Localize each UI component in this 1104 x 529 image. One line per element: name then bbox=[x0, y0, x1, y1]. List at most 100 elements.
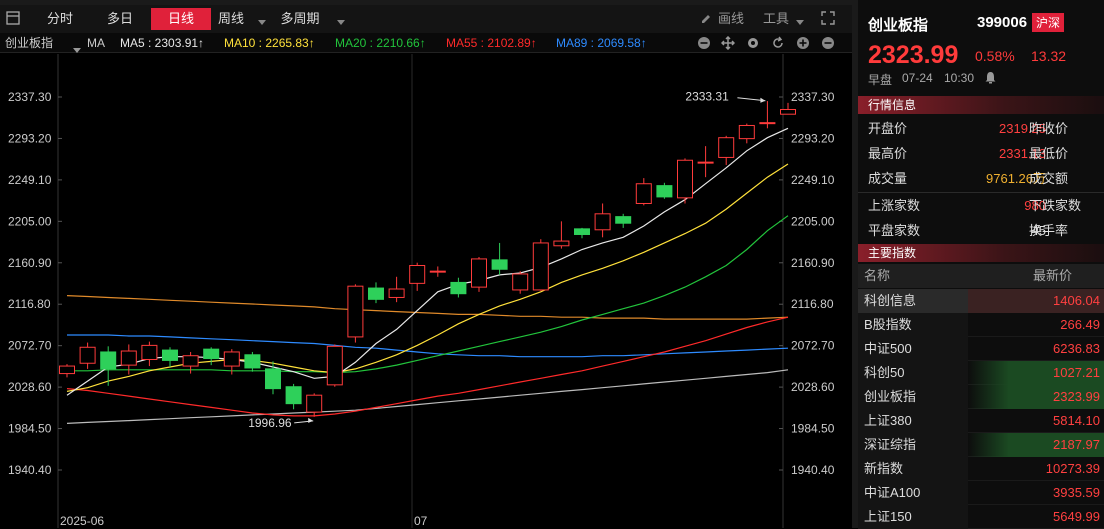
index-row[interactable]: 科创信息 1406.04 bbox=[858, 289, 1104, 313]
index-name-label: 创业板指 bbox=[5, 36, 54, 50]
candle-body bbox=[429, 270, 446, 273]
chevron-down-icon[interactable] bbox=[257, 16, 267, 25]
ma55-value: MA55 : 2102.89↑ bbox=[446, 36, 537, 50]
indices-header: 主要指数 bbox=[858, 244, 1104, 262]
y-tick-label-right: 2028.60 bbox=[791, 380, 835, 394]
candle-body bbox=[656, 185, 673, 198]
index-row[interactable]: 深证综指 2187.97 bbox=[858, 433, 1104, 457]
candle-body bbox=[409, 265, 426, 284]
x-label: 07 bbox=[414, 514, 428, 528]
quote-panel: 创业板指 399006 沪深 2323.99 0.58% 13.32 早盘 07… bbox=[858, 0, 1104, 529]
index-price: 1027.21 bbox=[968, 361, 1104, 385]
candle-body bbox=[738, 124, 755, 140]
fullscreen-icon[interactable] bbox=[821, 11, 835, 25]
chart-panel: 分时 多日 日线 周线 多周期 画线 工具 创业板指 MA MA5 : 2303… bbox=[0, 0, 852, 528]
candle-body bbox=[182, 355, 199, 367]
index-row[interactable]: 上证150 5649.99 bbox=[858, 505, 1104, 529]
index-row[interactable]: 新指数 10273.39 bbox=[858, 457, 1104, 481]
candle-body bbox=[79, 346, 96, 364]
tab-intraday[interactable]: 分时 bbox=[36, 8, 84, 30]
candle-body bbox=[388, 288, 405, 298]
dropdown-triangle-icon[interactable] bbox=[73, 40, 81, 53]
ma-orange-line bbox=[66, 295, 789, 320]
ma89-value: MA89 : 2069.58↑ bbox=[556, 36, 647, 50]
quote-date: 07-24 bbox=[902, 71, 933, 85]
index-row[interactable]: 中证A100 3935.59 bbox=[858, 481, 1104, 505]
index-name: 科创50 bbox=[858, 361, 968, 385]
candle-body bbox=[347, 285, 364, 338]
candle-body bbox=[100, 351, 117, 370]
candle-body bbox=[491, 259, 508, 270]
y-tick-label-left: 1940.40 bbox=[8, 463, 52, 477]
quote-label: 最高价 bbox=[868, 146, 908, 161]
chevron-down-icon[interactable] bbox=[336, 16, 346, 25]
settings-icon[interactable] bbox=[746, 36, 760, 50]
candle-body bbox=[265, 368, 281, 390]
quote-row-unchanged: 平盘家数 45 换手率 bbox=[858, 219, 1104, 243]
candlestick-chart[interactable]: 2337.30 2337.30 2293.20 2293.20 2249.10 2249.… bbox=[0, 54, 852, 528]
bell-icon[interactable] bbox=[984, 71, 997, 84]
candle-body bbox=[326, 345, 343, 386]
column-name[interactable]: 名称 bbox=[864, 264, 890, 288]
column-price[interactable]: 最新价 bbox=[1033, 264, 1072, 288]
y-tick-label-right: 1940.40 bbox=[791, 463, 835, 477]
change-value: 13.32 bbox=[1031, 48, 1067, 64]
quote-index-name: 创业板指 bbox=[868, 17, 929, 34]
tab-multi-period[interactable]: 多周期 bbox=[272, 8, 328, 30]
index-name: 深证综指 bbox=[858, 433, 968, 457]
y-tick-label-left: 2160.90 bbox=[8, 256, 52, 270]
ma-gray-line bbox=[66, 369, 789, 424]
restore-icon[interactable] bbox=[771, 36, 785, 50]
y-tick-label-left: 2116.80 bbox=[8, 297, 51, 311]
candle-body bbox=[244, 354, 261, 369]
candle-body bbox=[285, 386, 302, 405]
ma20-value: MA20 : 2210.66↑ bbox=[335, 36, 426, 50]
quote-label-2: 昨收价 bbox=[1029, 121, 1069, 136]
ma20-line bbox=[67, 215, 789, 374]
y-tick-label-right: 2072.70 bbox=[791, 339, 835, 353]
chevron-down-icon[interactable] bbox=[795, 16, 805, 25]
y-tick-label-right: 2293.20 bbox=[791, 131, 835, 145]
draw-line-button[interactable]: 画线 bbox=[714, 8, 748, 30]
window-icon[interactable] bbox=[6, 11, 20, 25]
quote-label-2: 换手率 bbox=[1029, 223, 1069, 238]
index-row[interactable]: 中证500 6236.83 bbox=[858, 337, 1104, 361]
candle-body bbox=[162, 349, 178, 361]
y-tick-label-left: 1984.50 bbox=[8, 422, 52, 436]
y-tick-label-right: 2160.90 bbox=[791, 256, 835, 270]
low-value-label: 1996.96 bbox=[248, 416, 292, 430]
y-tick-label-left: 2205.00 bbox=[8, 214, 52, 228]
y-tick-label-left: 2028.60 bbox=[8, 380, 52, 394]
quote-label-2: 最低价 bbox=[1029, 146, 1069, 161]
tab-multi-day[interactable]: 多日 bbox=[96, 8, 144, 30]
index-price: 2187.97 bbox=[968, 433, 1104, 457]
y-tick-label-right: 2337.30 bbox=[791, 90, 835, 104]
index-name: B股指数 bbox=[858, 313, 968, 337]
low-arrow-head bbox=[308, 417, 314, 423]
tab-daily[interactable]: 日线 bbox=[151, 8, 211, 30]
tools-button[interactable]: 工具 bbox=[758, 8, 794, 30]
index-name: 科创信息 bbox=[858, 289, 968, 313]
candle-body bbox=[553, 240, 570, 247]
ma-label[interactable]: MA bbox=[87, 33, 105, 53]
change-percent: 0.58% bbox=[975, 48, 1015, 64]
current-price: 2323.99 bbox=[868, 41, 959, 69]
index-price: 5649.99 bbox=[1053, 509, 1100, 524]
ma5-value: MA5 : 2303.91↑ bbox=[120, 36, 205, 50]
index-row[interactable]: 创业板指 2323.99 bbox=[858, 385, 1104, 409]
candle-body bbox=[368, 287, 384, 300]
candle-body bbox=[223, 351, 240, 367]
y-tick-label-right: 2249.10 bbox=[791, 173, 835, 187]
index-row[interactable]: B股指数 266.49 bbox=[858, 313, 1104, 337]
plus-circle-icon[interactable] bbox=[796, 36, 810, 50]
remove-circle-icon[interactable] bbox=[821, 36, 835, 50]
tab-weekly[interactable]: 周线 bbox=[211, 8, 251, 30]
index-price: 10273.39 bbox=[1045, 461, 1100, 476]
index-row[interactable]: 上证380 5814.10 bbox=[858, 409, 1104, 433]
pencil-icon[interactable] bbox=[700, 13, 712, 25]
move-icon[interactable] bbox=[720, 35, 736, 51]
index-row[interactable]: 科创50 1027.21 bbox=[858, 361, 1104, 385]
market-badge: 沪深 bbox=[1032, 13, 1065, 32]
candle-body bbox=[759, 122, 776, 125]
minus-circle-icon[interactable] bbox=[697, 36, 711, 50]
